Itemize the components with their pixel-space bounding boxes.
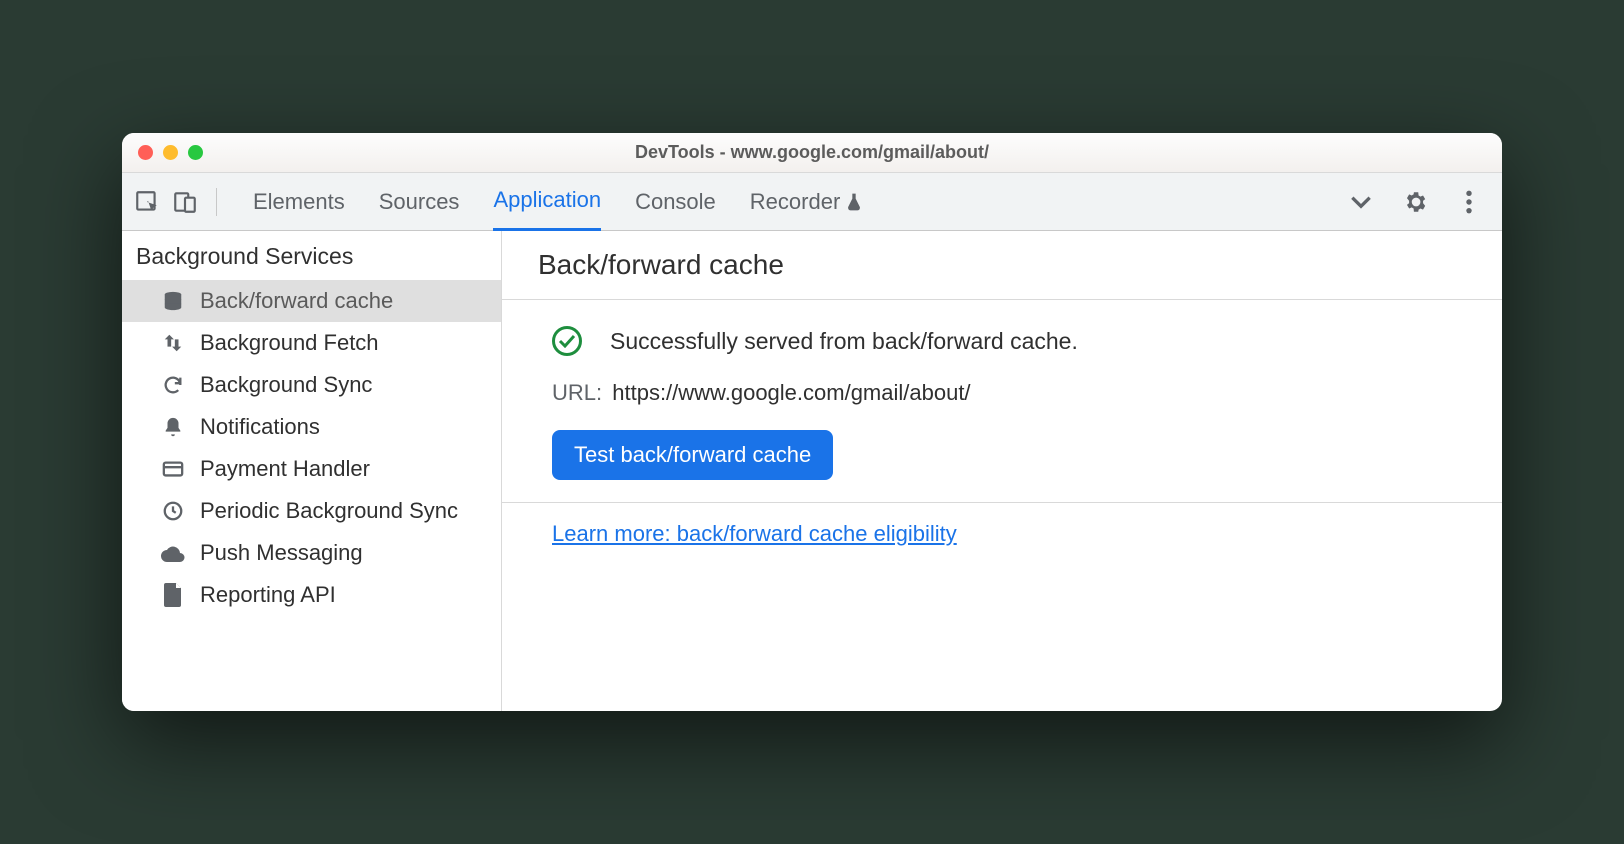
sidebar-item-label: Push Messaging	[200, 540, 363, 566]
updown-arrows-icon	[160, 330, 186, 356]
status-message: Successfully served from back/forward ca…	[610, 328, 1078, 355]
sidebar-item-background-fetch[interactable]: Background Fetch	[122, 322, 501, 364]
sidebar-item-push-messaging[interactable]: Push Messaging	[122, 532, 501, 574]
url-value: https://www.google.com/gmail/about/	[612, 380, 970, 405]
tab-sources[interactable]: Sources	[379, 173, 460, 231]
sidebar-item-background-sync[interactable]: Background Sync	[122, 364, 501, 406]
learn-more-link[interactable]: Learn more: back/forward cache eligibili…	[552, 521, 957, 546]
test-bfcache-button[interactable]: Test back/forward cache	[552, 430, 833, 480]
tab-recorder[interactable]: Recorder	[750, 173, 864, 231]
tab-application[interactable]: Application	[493, 173, 601, 231]
credit-card-icon	[160, 456, 186, 482]
sidebar-item-label: Periodic Background Sync	[200, 498, 458, 524]
file-icon	[160, 582, 186, 608]
sidebar-item-label: Payment Handler	[200, 456, 370, 482]
main-body: Successfully served from back/forward ca…	[502, 300, 1502, 503]
toolbar-right	[1346, 187, 1484, 217]
sidebar-item-label: Notifications	[200, 414, 320, 440]
status-row: Successfully served from back/forward ca…	[552, 326, 1466, 356]
success-check-icon	[552, 326, 582, 356]
devtools-window: DevTools - www.google.com/gmail/about/ E…	[122, 133, 1502, 711]
titlebar: DevTools - www.google.com/gmail/about/	[122, 133, 1502, 173]
sidebar-item-payment-handler[interactable]: Payment Handler	[122, 448, 501, 490]
sidebar-item-periodic-sync[interactable]: Periodic Background Sync	[122, 490, 501, 532]
sidebar-item-label: Back/forward cache	[200, 288, 393, 314]
url-label: URL:	[552, 380, 602, 405]
tab-label: Sources	[379, 189, 460, 215]
toolbar: Elements Sources Application Console Rec…	[122, 173, 1502, 231]
sidebar-item-notifications[interactable]: Notifications	[122, 406, 501, 448]
more-tabs-icon[interactable]	[1346, 187, 1376, 217]
panel-tabs: Elements Sources Application Console Rec…	[253, 173, 1338, 231]
learn-more-section: Learn more: back/forward cache eligibili…	[502, 503, 1502, 565]
sidebar-item-label: Reporting API	[200, 582, 336, 608]
inspect-element-icon[interactable]	[132, 187, 162, 217]
sidebar-item-label: Background Sync	[200, 372, 372, 398]
tab-label: Recorder	[750, 189, 840, 215]
url-row: URL: https://www.google.com/gmail/about/	[552, 380, 1466, 406]
sidebar-item-reporting-api[interactable]: Reporting API	[122, 574, 501, 616]
flask-icon	[844, 191, 864, 213]
database-icon	[160, 288, 186, 314]
kebab-menu-icon[interactable]	[1454, 187, 1484, 217]
window-title: DevTools - www.google.com/gmail/about/	[122, 142, 1502, 163]
tab-label: Application	[493, 187, 601, 213]
sidebar-heading: Background Services	[122, 231, 501, 280]
toolbar-divider	[216, 188, 217, 216]
tab-label: Elements	[253, 189, 345, 215]
sidebar-item-label: Background Fetch	[200, 330, 379, 356]
device-toggle-icon[interactable]	[170, 187, 200, 217]
tab-label: Console	[635, 189, 716, 215]
clock-icon	[160, 498, 186, 524]
tab-elements[interactable]: Elements	[253, 173, 345, 231]
sidebar-item-bfcache[interactable]: Back/forward cache	[122, 280, 501, 322]
main-heading: Back/forward cache	[502, 231, 1502, 300]
cloud-icon	[160, 540, 186, 566]
content-area: Background Services Back/forward cache B…	[122, 231, 1502, 711]
bell-icon	[160, 414, 186, 440]
settings-gear-icon[interactable]	[1400, 187, 1430, 217]
main-panel: Back/forward cache Successfully served f…	[502, 231, 1502, 711]
sync-icon	[160, 372, 186, 398]
tab-console[interactable]: Console	[635, 173, 716, 231]
sidebar: Background Services Back/forward cache B…	[122, 231, 502, 711]
